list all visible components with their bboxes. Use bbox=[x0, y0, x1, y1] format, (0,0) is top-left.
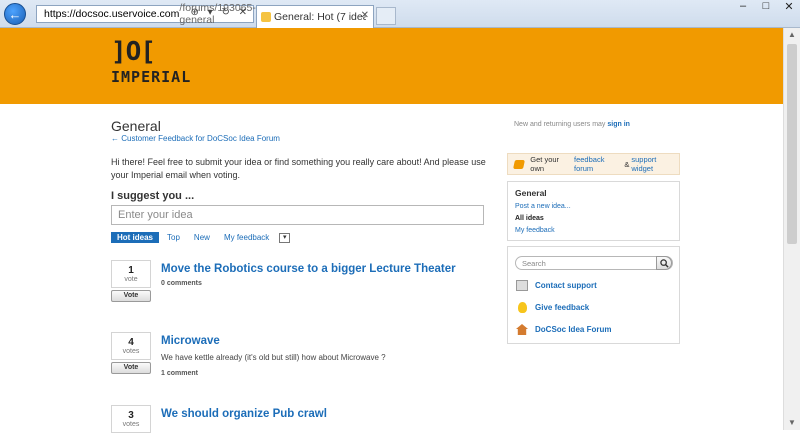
idea-forum-link[interactable]: DoCSoc Idea Forum bbox=[516, 324, 611, 335]
logo-glyphs: ]O[ bbox=[111, 37, 156, 67]
forum-title: General bbox=[111, 118, 161, 134]
contact-support-link[interactable]: Contact support bbox=[516, 280, 597, 291]
idea-item: 1 vote Vote Move the Robotics course to … bbox=[111, 260, 501, 320]
vertical-scrollbar[interactable]: ▲ ▼ bbox=[783, 28, 800, 430]
tab-top[interactable]: Top bbox=[161, 232, 186, 243]
signin-prefix: New and returning users may bbox=[514, 121, 608, 128]
megaphone-icon bbox=[513, 159, 526, 169]
idea-comments-link[interactable]: 1 comment bbox=[161, 370, 198, 377]
promo-amp: & bbox=[624, 159, 630, 169]
signin-note: New and returning users may sign in bbox=[514, 121, 630, 128]
promo-banner: Get your own feedback forum & support wi… bbox=[507, 153, 680, 175]
forum-nav-box: General Post a new idea... All ideas My … bbox=[507, 181, 680, 241]
home-icon bbox=[516, 324, 528, 335]
maximize-button[interactable]: □ bbox=[759, 0, 773, 13]
close-window-button[interactable]: ✕ bbox=[782, 0, 796, 13]
scroll-up-arrow[interactable]: ▲ bbox=[784, 28, 800, 42]
logo-wordmark: IMPERIAL bbox=[111, 68, 192, 86]
scroll-down-arrow[interactable]: ▼ bbox=[784, 416, 800, 430]
tab-hot-ideas[interactable]: Hot ideas bbox=[111, 232, 160, 243]
back-button[interactable]: ← bbox=[4, 3, 26, 25]
idea-forum-label: DoCSoc Idea Forum bbox=[535, 325, 612, 334]
search-placeholder: Search bbox=[522, 258, 546, 268]
back-to-forum-link[interactable]: ← Customer Feedback for DoCSoc Idea Foru… bbox=[111, 134, 280, 143]
tab-title: General: Hot (7 ideas) – Cus... bbox=[274, 11, 366, 23]
idea-comments-link[interactable]: 0 comments bbox=[161, 280, 202, 287]
vote-count: 4 bbox=[128, 337, 134, 348]
lightbulb-icon bbox=[518, 302, 527, 313]
envelope-icon bbox=[516, 280, 528, 291]
idea-item: 3 votes We should organize Pub crawl bbox=[111, 405, 501, 433]
new-tab-button[interactable] bbox=[376, 7, 396, 25]
vote-count-box: 3 votes bbox=[111, 405, 151, 433]
idea-title[interactable]: Microwave bbox=[161, 335, 220, 347]
all-ideas-link[interactable]: All ideas bbox=[515, 213, 672, 225]
vote-button[interactable]: Vote bbox=[111, 362, 151, 374]
vote-unit: votes bbox=[122, 421, 140, 428]
vote-count-box: 4 votes bbox=[111, 332, 151, 360]
minimize-button[interactable]: – bbox=[736, 0, 750, 13]
vote-count: 1 bbox=[128, 265, 134, 276]
support-widget-link[interactable]: support widget bbox=[631, 155, 677, 173]
idea-title[interactable]: We should organize Pub crawl bbox=[161, 408, 327, 420]
give-feedback-link[interactable]: Give feedback bbox=[516, 302, 589, 313]
imperial-logo[interactable]: ]O[ IMPERIAL bbox=[111, 37, 192, 92]
filter-dropdown-button[interactable]: ▾ bbox=[279, 232, 291, 243]
window-controls: – □ ✕ bbox=[736, 0, 796, 13]
idea-description: We have kettle already (it's old but sti… bbox=[161, 353, 386, 362]
idea-filter-tabs: Hot ideas Top New My feedback ▾ bbox=[111, 232, 291, 243]
search-icon bbox=[659, 258, 669, 268]
signin-link[interactable]: sign in bbox=[607, 121, 630, 128]
forum-nav-title: General bbox=[515, 188, 547, 198]
vote-unit: votes bbox=[122, 348, 140, 355]
promo-prefix: Get your own bbox=[530, 155, 560, 173]
address-tools[interactable]: ⊕ ▾ ↻ ✕ bbox=[191, 7, 251, 18]
tab-favicon bbox=[261, 12, 271, 22]
scrollbar-thumb[interactable] bbox=[787, 44, 797, 244]
idea-title[interactable]: Move the Robotics course to a bigger Lec… bbox=[161, 263, 456, 275]
search-button[interactable] bbox=[656, 256, 672, 270]
contact-support-label: Contact support bbox=[535, 281, 597, 290]
idea-input[interactable] bbox=[111, 205, 484, 225]
my-feedback-link[interactable]: My feedback bbox=[515, 225, 672, 237]
vote-button[interactable]: Vote bbox=[111, 290, 151, 302]
tab-new[interactable]: New bbox=[188, 232, 216, 243]
help-box: Search Contact support Give feedback DoC… bbox=[507, 246, 680, 344]
vote-count: 3 bbox=[128, 410, 134, 421]
browser-tab[interactable]: General: Hot (7 ideas) – Cus... ✕ bbox=[256, 5, 374, 28]
idea-item: 4 votes Vote Microwave We have kettle al… bbox=[111, 332, 501, 392]
give-feedback-label: Give feedback bbox=[535, 303, 590, 312]
search-input[interactable]: Search bbox=[515, 256, 673, 270]
suggest-label: I suggest you ... bbox=[111, 190, 195, 202]
browser-toolbar: ← https://docsoc.uservoice.com /forums/1… bbox=[0, 0, 800, 28]
site-header: ]O[ IMPERIAL bbox=[0, 28, 800, 104]
url-host: https://docsoc.uservoice.com bbox=[44, 8, 180, 20]
tab-close-icon[interactable]: ✕ bbox=[361, 10, 369, 21]
feedback-forum-link[interactable]: feedback forum bbox=[574, 155, 622, 173]
welcome-message: Hi there! Feel free to submit your idea … bbox=[111, 157, 486, 180]
vote-count-box: 1 vote bbox=[111, 260, 151, 288]
address-bar[interactable]: https://docsoc.uservoice.com /forums/193… bbox=[36, 2, 256, 26]
post-new-idea-link[interactable]: Post a new idea... bbox=[515, 201, 672, 213]
tab-my-feedback[interactable]: My feedback bbox=[218, 232, 275, 243]
vote-unit: vote bbox=[124, 276, 138, 283]
